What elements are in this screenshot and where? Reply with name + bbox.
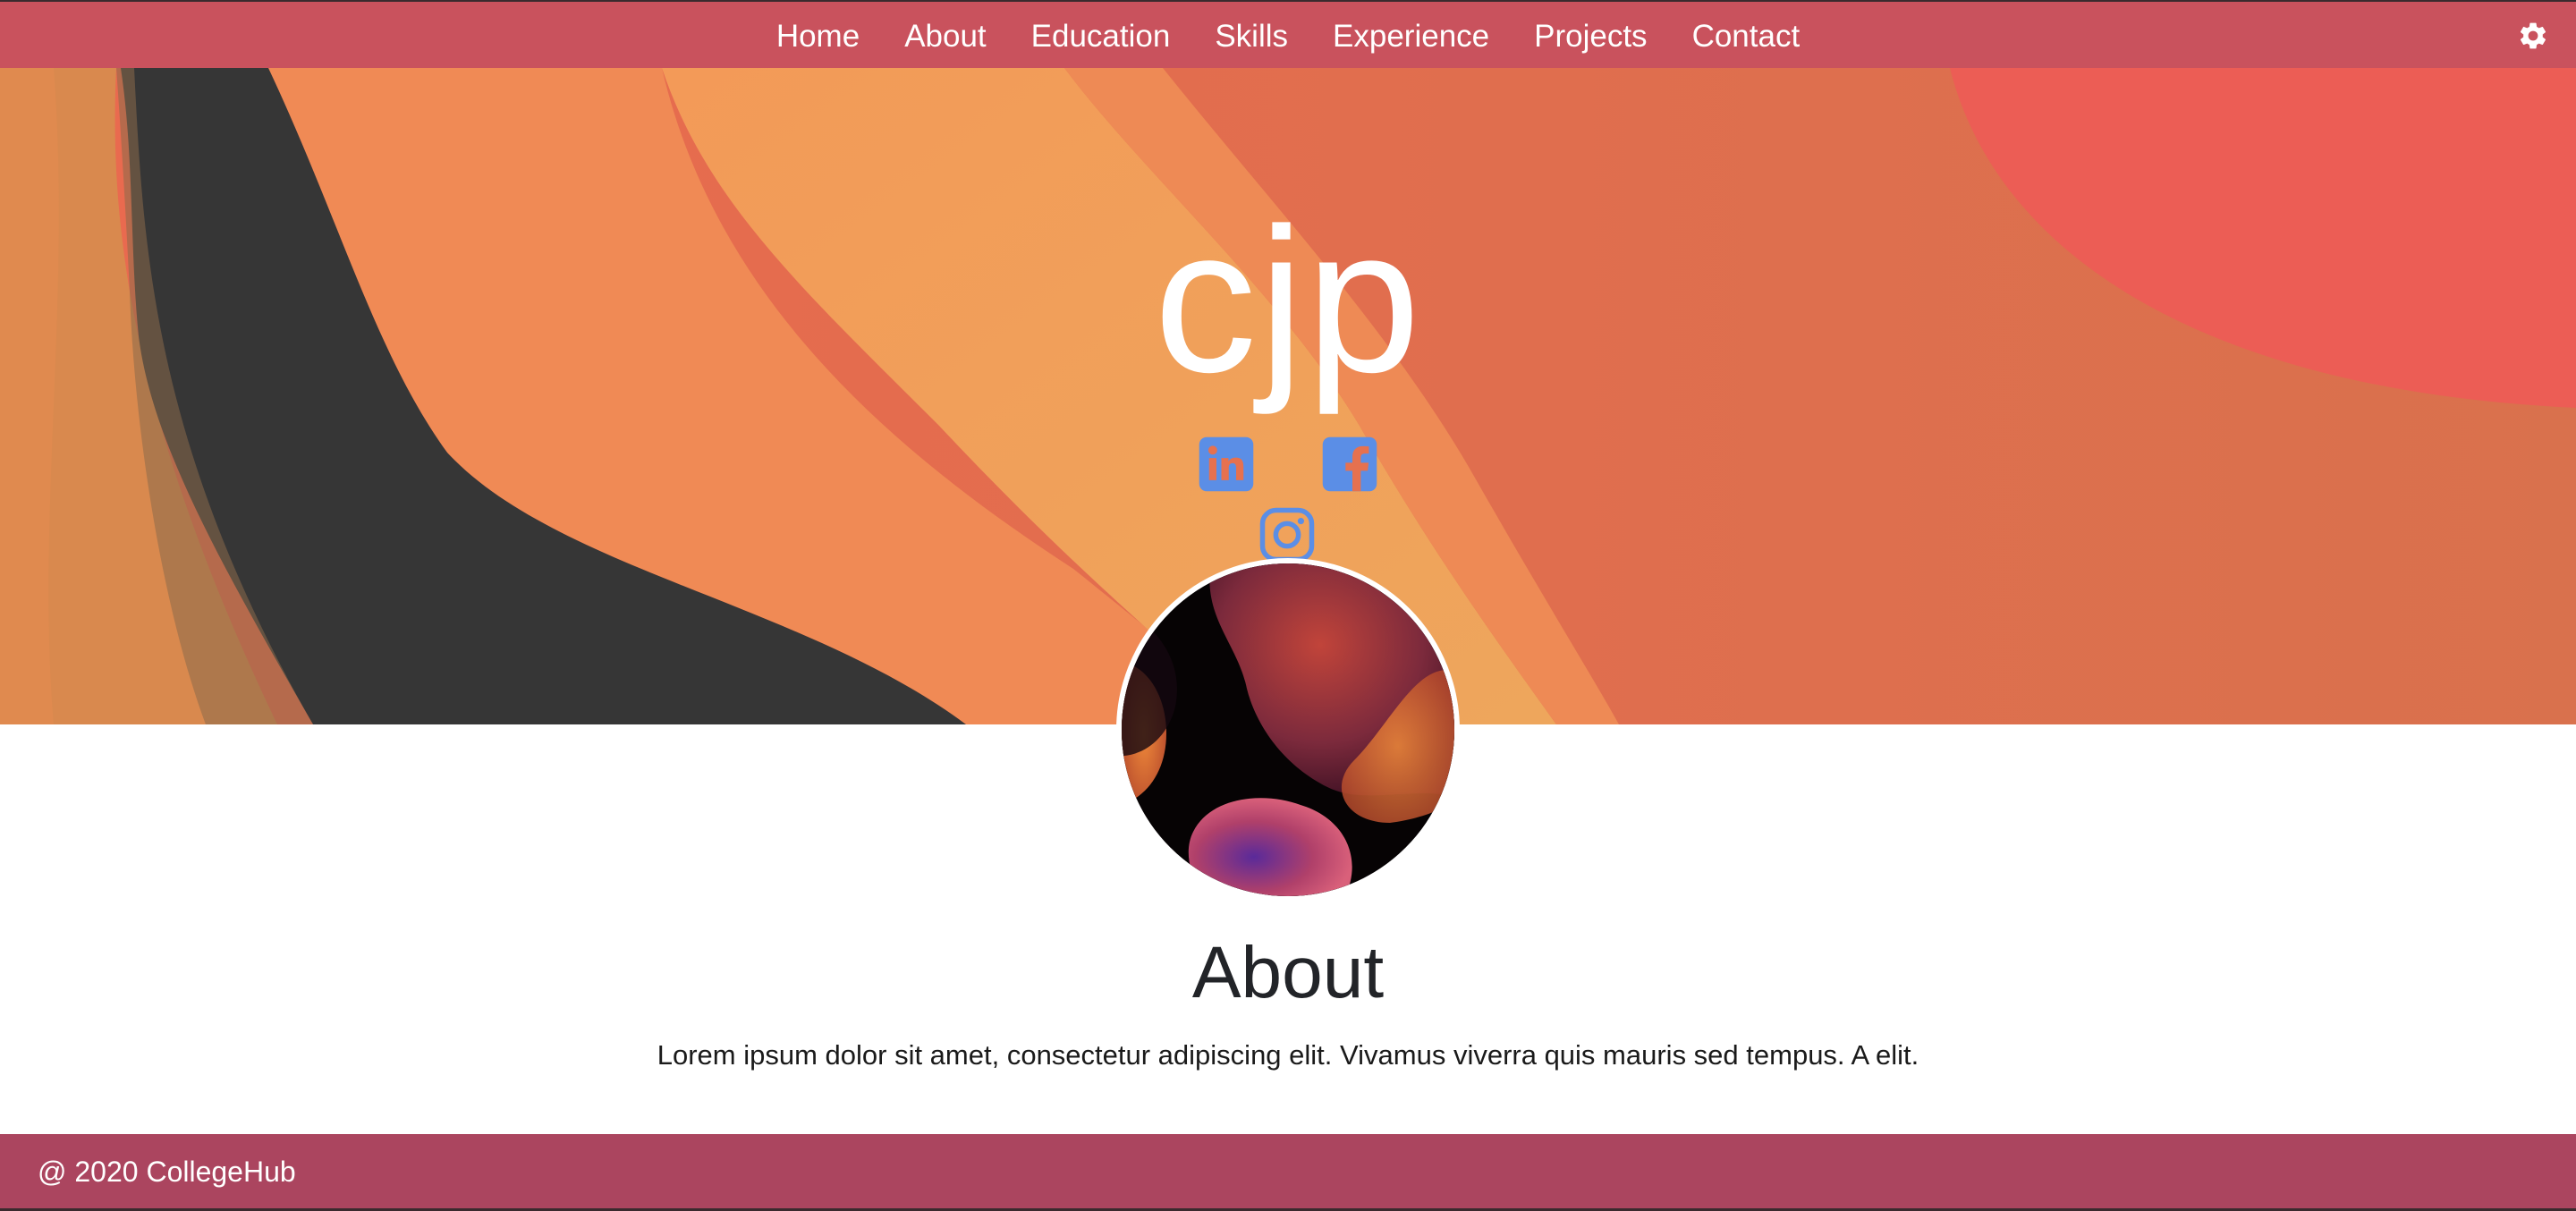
nav-links: Home About Education Skills Experience P… [0, 2, 2576, 70]
footer: @ 2020 CollegeHub [0, 1134, 2576, 1211]
linkedin-icon[interactable] [1197, 435, 1256, 494]
nav-link-experience[interactable]: Experience [1333, 19, 1489, 54]
avatar [1116, 558, 1460, 902]
nav-link-about[interactable]: About [904, 19, 986, 54]
facebook-icon[interactable] [1320, 435, 1379, 494]
nav-link-education[interactable]: Education [1031, 19, 1171, 54]
nav-link-home[interactable]: Home [776, 19, 860, 54]
nav-link-projects[interactable]: Projects [1534, 19, 1647, 54]
nav-link-skills[interactable]: Skills [1215, 19, 1288, 54]
avatar-image [1122, 563, 1454, 896]
hero-title: cjp [1153, 185, 1422, 415]
gear-icon[interactable] [2517, 20, 2549, 52]
about-heading: About [1191, 932, 1385, 1013]
instagram-icon[interactable] [1258, 505, 1317, 564]
navbar: Home About Education Skills Experience P… [0, 0, 2576, 68]
nav-link-contact[interactable]: Contact [1692, 19, 1801, 54]
footer-copyright: @ 2020 CollegeHub [38, 1156, 296, 1188]
about-text: Lorem ipsum dolor sit amet, consectetur … [657, 1039, 1919, 1071]
